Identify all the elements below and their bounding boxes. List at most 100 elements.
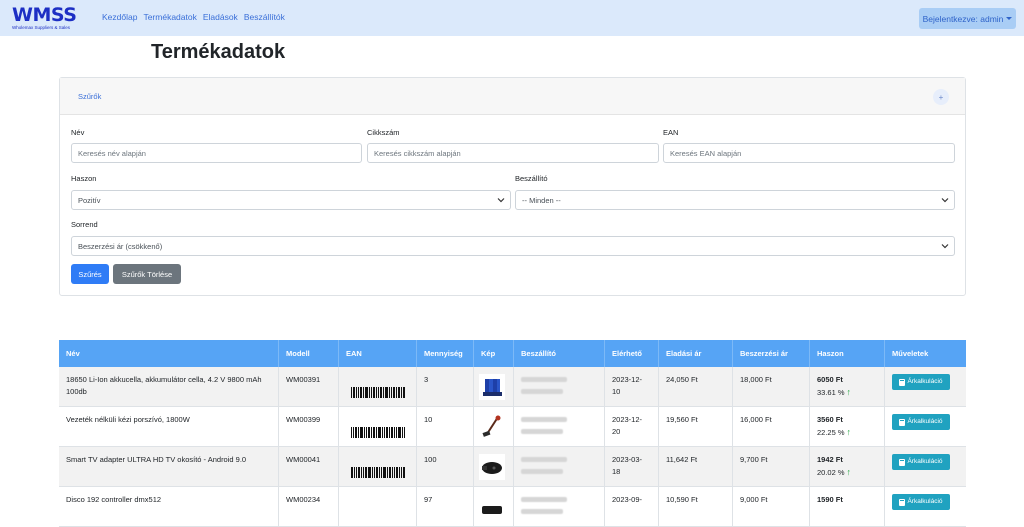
sku-search-placeholder: Keresés cikkszám alapján (374, 148, 461, 158)
cell-ean (339, 407, 417, 447)
available-date-part1: 2023-12- (612, 375, 643, 384)
table-row: Vezeték nélküli kézi porszívó, 1800W WM0… (59, 407, 966, 447)
supplier-select[interactable]: -- Minden -- (515, 190, 955, 210)
cell-model: WM00391 (279, 367, 339, 407)
filter-card: Szűrők + Név Keresés név alapján Cikkszá… (59, 77, 966, 296)
supplier-redacted (521, 389, 563, 394)
brand-logo[interactable]: WMSS Wholemax Suppliers & Sales (12, 4, 92, 32)
profit-percent: 20.02 % (817, 468, 845, 477)
cell-sale-price: 19,560 Ft (659, 407, 733, 447)
price-calculation-label: Árkalkuláció (907, 418, 943, 425)
column-header-sale-price[interactable]: Eladási ár (659, 340, 733, 367)
supplier-label: Beszállító (515, 174, 548, 183)
column-header-profit[interactable]: Haszon (810, 340, 885, 367)
cell-ean (339, 487, 417, 527)
calculator-icon (899, 498, 906, 506)
nav-link-products[interactable]: Termékadatok (143, 12, 196, 22)
order-select[interactable]: Beszerzési ár (csökkenő) (71, 236, 955, 256)
name-label: Név (71, 128, 85, 137)
calculator-icon (899, 418, 906, 426)
brand-subtitle: Wholemax Suppliers & Sales (12, 25, 71, 30)
nav-link-home[interactable]: Kezdőlap (102, 12, 137, 22)
cell-supplier (514, 487, 605, 527)
column-header-model[interactable]: Modell (279, 340, 339, 367)
barcode-image (351, 427, 405, 438)
profit-select[interactable]: Pozitív (71, 190, 511, 210)
user-menu-label: Bejelentkezve: admin (922, 13, 1004, 24)
cell-model: WM00234 (279, 487, 339, 527)
price-calculation-label: Árkalkuláció (907, 378, 943, 385)
available-date-part2: 20 (612, 427, 621, 436)
price-calculation-button[interactable]: Árkalkuláció (892, 454, 950, 470)
cell-ean (339, 367, 417, 407)
cell-available: 2023-12- 20 (605, 407, 659, 447)
barcode-image (351, 387, 405, 398)
expand-filter-button[interactable]: + (933, 89, 949, 105)
table-row: 18650 Li-Ion akkucella, akkumulátor cell… (59, 367, 966, 407)
cell-supplier (514, 407, 605, 447)
sku-label: Cikkszám (367, 128, 400, 137)
cell-name: Smart TV adapter ULTRA HD TV okosító - A… (59, 447, 279, 487)
product-thumbnail[interactable] (479, 454, 505, 480)
arrow-up-icon: ↑ (846, 467, 852, 477)
filter-card-header[interactable]: Szűrők + (60, 78, 965, 115)
column-header-supplier[interactable]: Beszállító (514, 340, 605, 367)
cell-actions: Árkalkuláció (885, 407, 966, 447)
cell-image (474, 367, 514, 407)
profit-percent-row: 22.25 % ↑ (817, 426, 877, 439)
price-calculation-button[interactable]: Árkalkuláció (892, 414, 950, 430)
cell-image (474, 447, 514, 487)
product-thumbnail[interactable] (479, 374, 505, 400)
available-date-part1: 2023-03- (612, 455, 643, 464)
cell-available: 2023-09- (605, 487, 659, 527)
column-header-ean[interactable]: EAN (339, 340, 417, 367)
cell-sale-price: 24,050 Ft (659, 367, 733, 407)
top-navbar: WMSS Wholemax Suppliers & Sales Kezdőlap… (0, 0, 1024, 36)
column-header-image[interactable]: Kép (474, 340, 514, 367)
user-menu-button[interactable]: Bejelentkezve: admin (919, 8, 1016, 29)
column-header-name[interactable]: Név (59, 340, 279, 367)
filter-button[interactable]: Szűrés (71, 264, 109, 284)
order-select-value: Beszerzési ár (csökkenő) (78, 241, 163, 251)
cell-supplier (514, 447, 605, 487)
chevron-down-icon (1006, 17, 1013, 20)
product-thumbnail[interactable] (479, 414, 505, 440)
cell-purchase-price: 9,700 Ft (733, 447, 810, 487)
ean-search-input[interactable]: Keresés EAN alapján (663, 143, 955, 163)
cell-actions: Árkalkuláció (885, 367, 966, 407)
supplier-redacted (521, 417, 567, 422)
cell-model: WM00399 (279, 407, 339, 447)
column-header-quantity[interactable]: Mennyiség (417, 340, 474, 367)
arrow-up-icon: ↑ (846, 427, 852, 437)
name-search-input[interactable]: Keresés név alapján (71, 143, 362, 163)
price-calculation-button[interactable]: Árkalkuláció (892, 374, 950, 390)
ean-label: EAN (663, 128, 679, 137)
cell-available: 2023-12- 10 (605, 367, 659, 407)
column-header-purchase-price[interactable]: Beszerzési ár (733, 340, 810, 367)
cell-supplier (514, 367, 605, 407)
column-header-actions[interactable]: Műveletek (885, 340, 966, 367)
cell-purchase-price: 16,000 Ft (733, 407, 810, 447)
cell-quantity: 3 (417, 367, 474, 407)
nav-link-suppliers[interactable]: Beszállítók (244, 12, 285, 22)
product-thumbnail[interactable] (479, 494, 505, 520)
supplier-redacted (521, 469, 563, 474)
sku-search-input[interactable]: Keresés cikkszám alapján (367, 143, 659, 163)
chevron-down-icon (941, 244, 949, 249)
nav-link-sales[interactable]: Eladások (203, 12, 238, 22)
price-calculation-button[interactable]: Árkalkuláció (892, 494, 950, 510)
clear-filters-button[interactable]: Szűrők Törlése (113, 264, 181, 284)
available-date-part1: 2023-12- (612, 415, 643, 424)
supplier-redacted (521, 497, 567, 502)
supplier-redacted (521, 457, 567, 462)
available-date-part2: 18 (612, 467, 621, 476)
cell-name: Disco 192 controller dmx512 (59, 487, 279, 527)
cell-model: WM00041 (279, 447, 339, 487)
page-title: Termékadatok (151, 41, 286, 63)
brand-name: WMSS (12, 4, 77, 26)
available-date-part2: 10 (612, 387, 621, 396)
price-calculation-label: Árkalkuláció (907, 498, 943, 505)
cell-image (474, 407, 514, 447)
profit-label: Haszon (71, 174, 97, 183)
column-header-available[interactable]: Elérhető (605, 340, 659, 367)
